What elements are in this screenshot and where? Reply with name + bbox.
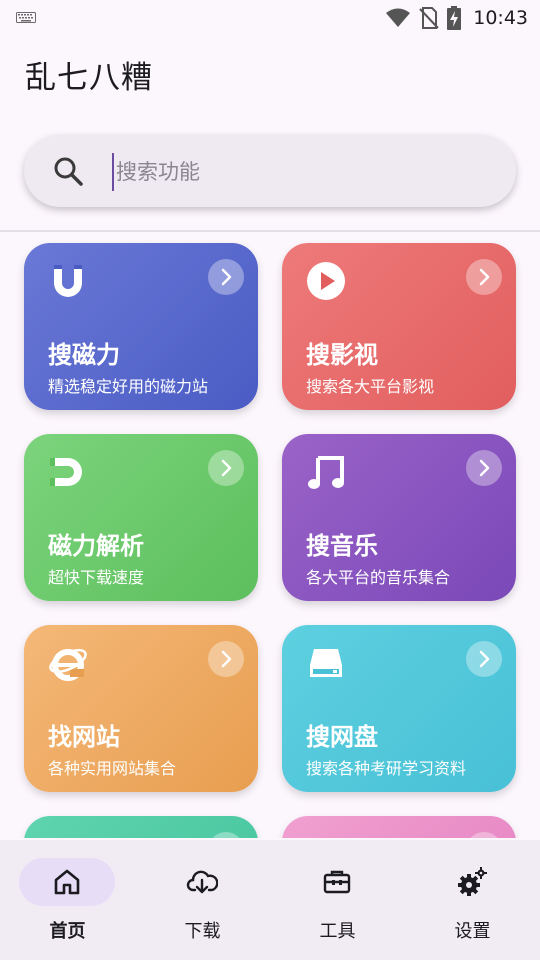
search-bar[interactable] bbox=[24, 135, 516, 207]
nav-item-download[interactable]: 下载 bbox=[135, 840, 270, 960]
card-description: 搜索各种考研学习资料 bbox=[306, 759, 467, 778]
music-note-icon bbox=[308, 456, 344, 489]
card-partial-pink[interactable] bbox=[282, 816, 516, 838]
chevron-right-icon[interactable] bbox=[466, 641, 502, 677]
play-circle-icon bbox=[307, 262, 345, 300]
card-description: 各种实用网站集合 bbox=[48, 759, 177, 778]
card-title: 搜磁力 bbox=[48, 341, 120, 369]
card-description: 搜索各大平台影视 bbox=[306, 377, 435, 396]
ie-browser-icon bbox=[49, 648, 87, 681]
card-title: 搜音乐 bbox=[306, 532, 378, 560]
nav-item-tools[interactable]: 工具 bbox=[270, 840, 405, 960]
chevron-right-icon[interactable] bbox=[466, 450, 502, 486]
card-title: 磁力解析 bbox=[48, 532, 144, 560]
card-description: 超快下载速度 bbox=[48, 568, 145, 587]
card-title: 搜影视 bbox=[306, 341, 378, 369]
card-find-websites[interactable]: 找网站 各种实用网站集合 bbox=[24, 625, 258, 792]
card-search-netdisk[interactable]: 搜网盘 搜索各种考研学习资料 bbox=[282, 625, 516, 792]
card-search-video[interactable]: 搜影视 搜索各大平台影视 bbox=[282, 243, 516, 410]
storage-drive-icon bbox=[310, 649, 342, 677]
wifi-icon bbox=[386, 8, 411, 27]
card-description: 精选稳定好用的磁力站 bbox=[48, 377, 209, 396]
nav-item-settings[interactable]: 设置 bbox=[405, 840, 540, 960]
card-title: 搜网盘 bbox=[306, 723, 378, 751]
chevron-right-icon[interactable] bbox=[208, 832, 244, 838]
page-title: 乱七八糟 bbox=[25, 60, 153, 96]
cloud-download-icon bbox=[186, 870, 218, 894]
search-input[interactable] bbox=[112, 153, 498, 191]
search-icon[interactable] bbox=[52, 155, 84, 187]
card-magnet-parse[interactable]: 磁力解析 超快下载速度 bbox=[24, 434, 258, 601]
feature-grid: 搜磁力 精选稳定好用的磁力站 搜影视 搜索各大平台影视 磁力解析 超快下载速度 bbox=[0, 232, 540, 838]
status-bar: 10:43 bbox=[0, 0, 540, 36]
chevron-right-icon[interactable] bbox=[208, 641, 244, 677]
chevron-right-icon[interactable] bbox=[208, 450, 244, 486]
chevron-right-icon[interactable] bbox=[466, 832, 502, 838]
nav-item-home[interactable]: 首页 bbox=[0, 840, 135, 960]
card-description: 各大平台的音乐集合 bbox=[306, 568, 451, 587]
card-search-magnet[interactable]: 搜磁力 精选稳定好用的磁力站 bbox=[24, 243, 258, 410]
nav-label-tools: 工具 bbox=[319, 921, 356, 942]
card-search-music[interactable]: 搜音乐 各大平台的音乐集合 bbox=[282, 434, 516, 601]
nav-label-download: 下载 bbox=[184, 921, 221, 942]
chevron-right-icon[interactable] bbox=[466, 259, 502, 295]
card-partial-teal[interactable] bbox=[24, 816, 258, 838]
magnet-icon bbox=[54, 265, 82, 297]
chevron-right-icon[interactable] bbox=[208, 259, 244, 295]
magnet-side-icon bbox=[50, 458, 82, 486]
settings-gears-icon bbox=[458, 867, 487, 896]
status-time: 10:43 bbox=[473, 7, 528, 29]
card-title: 找网站 bbox=[48, 723, 120, 751]
home-icon bbox=[54, 869, 80, 895]
keyboard-icon bbox=[16, 12, 36, 23]
bottom-navigation: 首页 下载 工具 设置 bbox=[0, 840, 540, 960]
nav-label-home: 首页 bbox=[49, 921, 86, 942]
no-sim-icon bbox=[419, 7, 439, 29]
toolbox-icon bbox=[323, 870, 351, 894]
battery-charging-icon bbox=[447, 6, 462, 30]
nav-label-settings: 设置 bbox=[454, 921, 491, 942]
